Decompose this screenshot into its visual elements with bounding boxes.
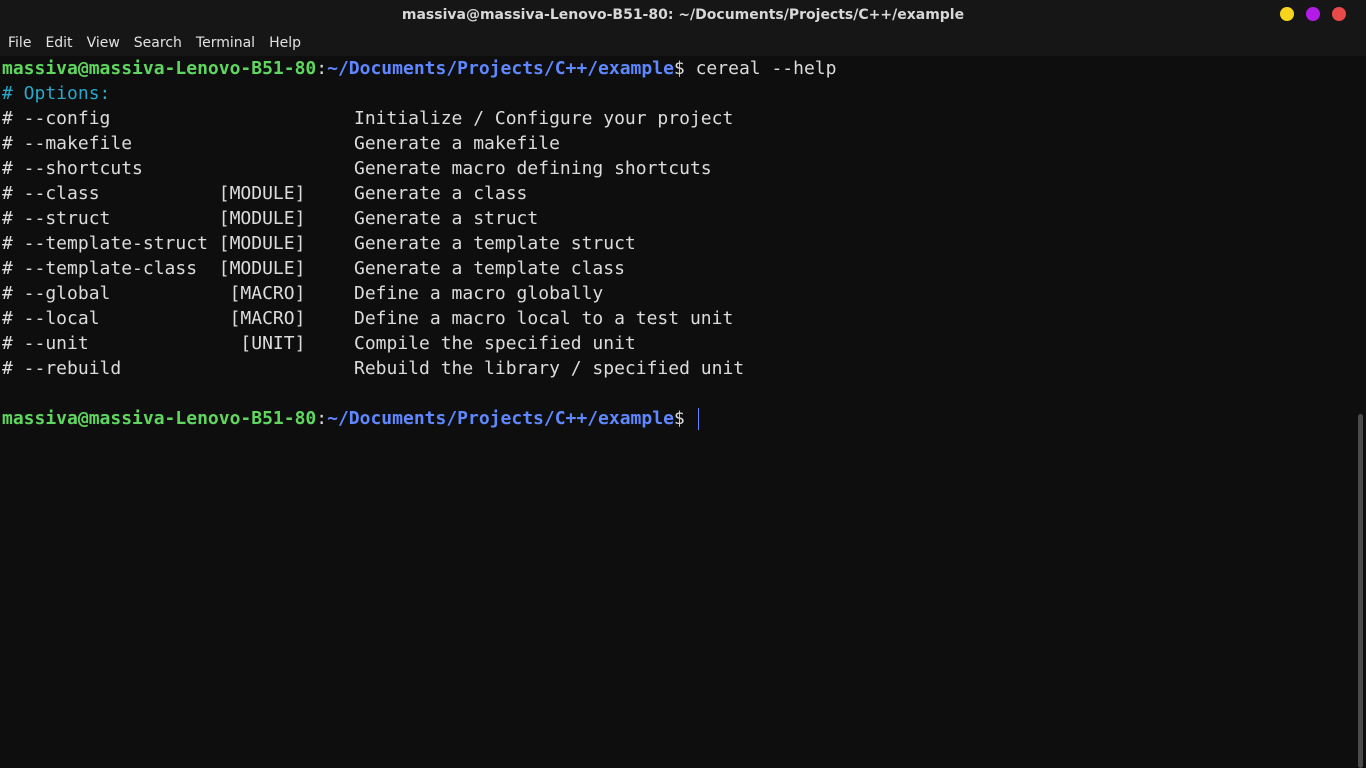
option-row: # --rebuild Rebuild the library / specifi… [2, 356, 836, 381]
minimize-button[interactable] [1280, 7, 1294, 21]
option-flag: # --makefile [2, 133, 133, 154]
option-desc: Generate a class [354, 183, 528, 204]
menu-terminal[interactable]: Terminal [189, 35, 262, 51]
option-row: # --unit [UNIT] Compile the specified uni… [2, 331, 836, 356]
close-button[interactable] [1332, 7, 1346, 21]
option-flag: # --shortcuts [2, 158, 143, 179]
option-desc: Generate a makefile [354, 133, 560, 154]
menu-bar: File Edit View Search Terminal Help [0, 30, 1366, 56]
option-row: # --shortcuts Generate macro defining sho… [2, 156, 836, 181]
option-flag: # --unit [UNIT] [2, 333, 306, 354]
menu-view[interactable]: View [80, 35, 127, 51]
window-title: massiva@massiva-Lenovo-B51-80: ~/Documen… [401, 7, 965, 23]
option-flag: # --struct [MODULE] [2, 208, 306, 229]
option-row: # --struct [MODULE] Generate a struct [2, 206, 836, 231]
terminal-lines: massiva@massiva-Lenovo-B51-80:~/Document… [2, 56, 836, 431]
prompt-path: ~/Documents/Projects/C++/example [327, 408, 674, 429]
option-desc: Generate a template struct [354, 233, 636, 254]
prompt-path: ~/Documents/Projects/C++/example [327, 58, 674, 79]
title-bar: massiva@massiva-Lenovo-B51-80: ~/Documen… [0, 0, 1366, 30]
option-row: # --local [MACRO] Define a macro local to… [2, 306, 836, 331]
option-row: # --makefile Generate a makefile [2, 131, 836, 156]
option-flag: # --global [MACRO] [2, 283, 306, 304]
option-flag: # --class [MODULE] [2, 183, 306, 204]
menu-help[interactable]: Help [262, 35, 308, 51]
command-line: massiva@massiva-Lenovo-B51-80:~/Document… [2, 56, 836, 81]
terminal-output[interactable]: massiva@massiva-Lenovo-B51-80:~/Document… [0, 56, 1352, 768]
option-flag: # --template-class [MODULE] [2, 258, 306, 279]
option-desc: Define a macro globally [354, 283, 604, 304]
option-flag: # --local [MACRO] [2, 308, 306, 329]
active-prompt-line[interactable]: massiva@massiva-Lenovo-B51-80:~/Document… [2, 406, 836, 431]
menu-search[interactable]: Search [127, 35, 189, 51]
prompt-user-host: massiva@massiva-Lenovo-B51-80 [2, 58, 317, 79]
maximize-button[interactable] [1306, 7, 1320, 21]
option-flag: # --config [2, 108, 111, 129]
option-desc: Initialize / Configure your project [354, 108, 734, 129]
text-cursor [697, 408, 699, 430]
scrollbar-thumb[interactable] [1358, 414, 1363, 768]
option-row: # --class [MODULE] Generate a class [2, 181, 836, 206]
option-desc: Define a macro local to a test unit [354, 308, 734, 329]
menu-file[interactable]: File [0, 35, 38, 51]
prompt-user-host: massiva@massiva-Lenovo-B51-80 [2, 408, 317, 429]
option-row: # --global [MACRO] Define a macro globall… [2, 281, 836, 306]
scrollbar[interactable] [1352, 56, 1366, 768]
prompt-symbol: $ [673, 58, 696, 79]
option-desc: Rebuild the library / specified unit [354, 358, 745, 379]
command-text: cereal --help [695, 58, 837, 79]
option-flag: # --template-struct [MODULE] [2, 233, 306, 254]
prompt-separator: : [316, 58, 328, 79]
prompt-separator: : [316, 408, 328, 429]
options-header: # Options: [2, 83, 111, 104]
window-controls [1280, 7, 1346, 21]
option-desc: Generate macro defining shortcuts [354, 158, 712, 179]
menu-edit[interactable]: Edit [38, 35, 79, 51]
option-desc: Compile the specified unit [354, 333, 636, 354]
option-row: # --template-class [MODULE] Generate a te… [2, 256, 836, 281]
option-flag: # --rebuild [2, 358, 122, 379]
option-row: # --config Initialize / Configure your pr… [2, 106, 836, 131]
option-row: # --template-struct [MODULE] Generate a t… [2, 231, 836, 256]
option-desc: Generate a template class [354, 258, 625, 279]
option-desc: Generate a struct [354, 208, 539, 229]
prompt-symbol: $ [673, 408, 696, 429]
